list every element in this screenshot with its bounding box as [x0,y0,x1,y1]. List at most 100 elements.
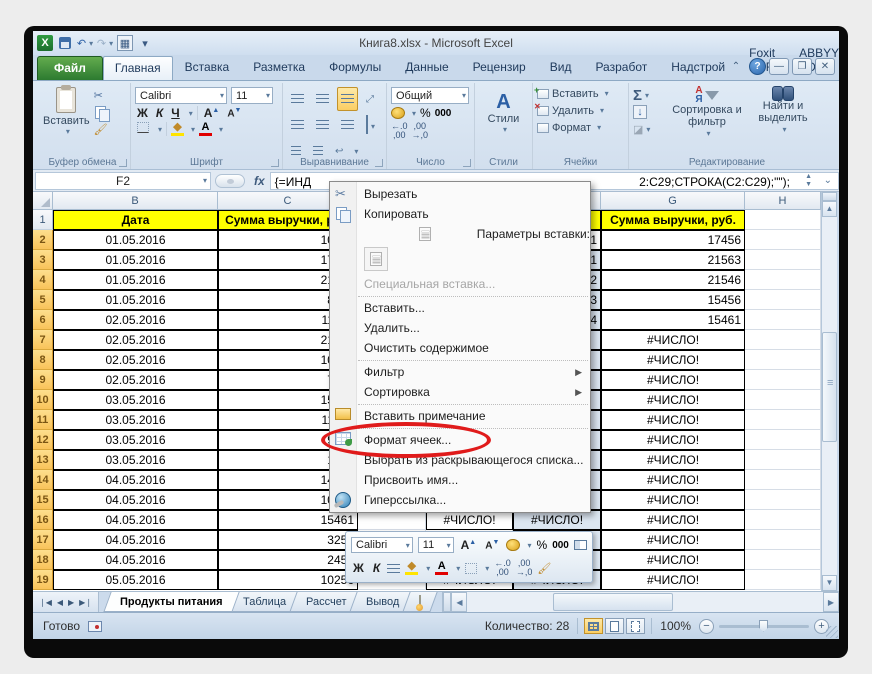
shrink-font-button[interactable]: А▼ [225,107,243,119]
cell-G5[interactable]: 15456 [601,290,745,310]
row-header-15[interactable]: 15 [33,490,53,510]
cell-H4[interactable] [745,270,821,290]
cell-B19[interactable]: 05.05.2016 [53,570,218,590]
cell-C16[interactable]: 15461 [218,510,358,530]
row-header-9[interactable]: 9 [33,370,53,390]
zoom-out-icon[interactable]: − [699,619,714,634]
cell-H6[interactable] [745,310,821,330]
cell-H8[interactable] [745,350,821,370]
mini-font-name-combo[interactable]: Calibri▾ [351,537,413,553]
row-header-19[interactable]: 19 [33,570,53,590]
formula-stepper-icons[interactable]: ▲▼ [805,173,812,189]
dialog-launcher-icon[interactable] [271,159,279,167]
mini-format-painter-icon[interactable]: 🖌 [537,562,551,575]
cell-B18[interactable]: 04.05.2016 [53,550,218,570]
tab-вставка[interactable]: Вставка [173,55,242,80]
page-break-view-icon[interactable] [626,618,645,634]
delete-cells-button[interactable]: Удалить▾ [537,102,624,119]
prev-sheet-icon[interactable]: ◀ [55,598,65,607]
cell-G16[interactable]: #ЧИСЛО! [601,510,745,530]
fill-icon[interactable]: ↓ [633,105,647,119]
cell-G10[interactable]: #ЧИСЛО! [601,390,745,410]
copy-icon[interactable] [94,105,110,119]
cell-B7[interactable]: 02.05.2016 [53,330,218,350]
cell-G17[interactable]: #ЧИСЛО! [601,530,745,550]
cell-B4[interactable]: 01.05.2016 [53,270,218,290]
zoom-level[interactable]: 100% [660,619,691,633]
cell-C19[interactable]: 10256 [218,570,358,590]
tab-разработ[interactable]: Разработ [583,55,659,80]
align-right-icon[interactable] [337,113,358,137]
grow-font-button[interactable]: А▲ [202,106,222,120]
comma-format-icon[interactable]: 000 [435,108,452,119]
dialog-launcher-icon[interactable] [463,159,471,167]
styles-button[interactable]: А Стили▾ [479,85,528,136]
cell-G1[interactable]: Сумма выручки, руб. [601,210,745,230]
formula-bar-handle[interactable] [215,174,245,188]
menu-item-выбрать-из-раскрывающегося-списка[interactable]: Выбрать из раскрывающегося списка... [330,450,590,470]
cell-G13[interactable]: #ЧИСЛО! [601,450,745,470]
tab-file[interactable]: Файл [37,56,103,80]
row-header-1[interactable]: 1 [33,210,53,230]
mini-center-icon[interactable] [387,564,400,573]
next-sheet-icon[interactable]: ▶ [66,598,76,607]
column-header-B[interactable]: B [53,192,218,210]
menu-item-специальная-вставка[interactable]: Специальная вставка... [330,274,590,294]
cell-H5[interactable] [745,290,821,310]
number-format-combo[interactable]: Общий▾ [391,87,469,104]
autosum-icon[interactable]: Σ▾ [633,88,667,102]
italic-button[interactable]: К [154,106,165,120]
row-header-5[interactable]: 5 [33,290,53,310]
cell-B13[interactable]: 03.05.2016 [53,450,218,470]
borders-button[interactable] [135,122,151,136]
cell-C17[interactable]: 3256 [218,530,358,550]
tab-разметка[interactable]: Разметка [241,55,317,80]
cell-B5[interactable]: 01.05.2016 [53,290,218,310]
cell-B14[interactable]: 04.05.2016 [53,470,218,490]
cell-G19[interactable]: #ЧИСЛО! [601,570,745,590]
column-header-G[interactable]: G [601,192,745,210]
column-header-H[interactable]: H [745,192,821,210]
find-select-button[interactable]: Найти и выделить▾ [747,85,819,141]
font-size-combo[interactable]: 11▾ [231,87,273,104]
tab-данные[interactable]: Данные [393,55,460,80]
mini-comma-icon[interactable]: 000 [552,540,569,551]
cell-G12[interactable]: #ЧИСЛО! [601,430,745,450]
row-header-10[interactable]: 10 [33,390,53,410]
close-button[interactable]: ✕ [815,58,835,75]
resize-grip[interactable] [826,626,838,638]
cell-B17[interactable]: 04.05.2016 [53,530,218,550]
font-name-combo[interactable]: Calibri▾ [135,87,227,104]
row-header-2[interactable]: 2 [33,230,53,250]
horizontal-scrollbar[interactable]: ◀ ▶ [442,592,839,612]
vertical-scrollbar[interactable]: ▲ ▼ [821,192,837,591]
normal-view-icon[interactable] [584,618,603,634]
cell-D16[interactable] [358,510,426,530]
dialog-launcher-icon[interactable] [119,159,127,167]
scroll-right-icon[interactable]: ▶ [823,592,839,612]
merge-center-icon[interactable]: ▾ [362,113,379,137]
align-left-icon[interactable] [287,113,308,137]
cell-H10[interactable] [745,390,821,410]
menu-item-сортировка[interactable]: Сортировка▶ [330,382,590,402]
cell-H2[interactable] [745,230,821,250]
scroll-left-icon[interactable]: ◀ [451,592,467,612]
cell-G7[interactable]: #ЧИСЛО! [601,330,745,350]
menu-item-присвоить-имя[interactable]: Присвоить имя... [330,470,590,490]
row-header-12[interactable]: 12 [33,430,53,450]
decrease-decimal-icon[interactable]: ,00→,0 [412,122,429,140]
row-header-6[interactable]: 6 [33,310,53,330]
cell-H12[interactable] [745,430,821,450]
collapse-ribbon-icon[interactable]: ⌃ [726,58,746,75]
sheet-tab-продукты-питания[interactable]: Продукты питания [103,592,239,612]
sort-filter-button[interactable]: АЯ Сортировка и фильтр▾ [667,85,747,141]
dialog-launcher-icon[interactable] [375,159,383,167]
scroll-down-icon[interactable]: ▼ [822,575,837,591]
cell-G11[interactable]: #ЧИСЛО! [601,410,745,430]
align-top-icon[interactable] [287,87,308,111]
zoom-track[interactable] [719,625,809,628]
cell-H13[interactable] [745,450,821,470]
mini-font-color-button[interactable]: А [435,561,448,575]
bold-button[interactable]: Ж [135,106,150,120]
tab-главная[interactable]: Главная [103,56,173,80]
